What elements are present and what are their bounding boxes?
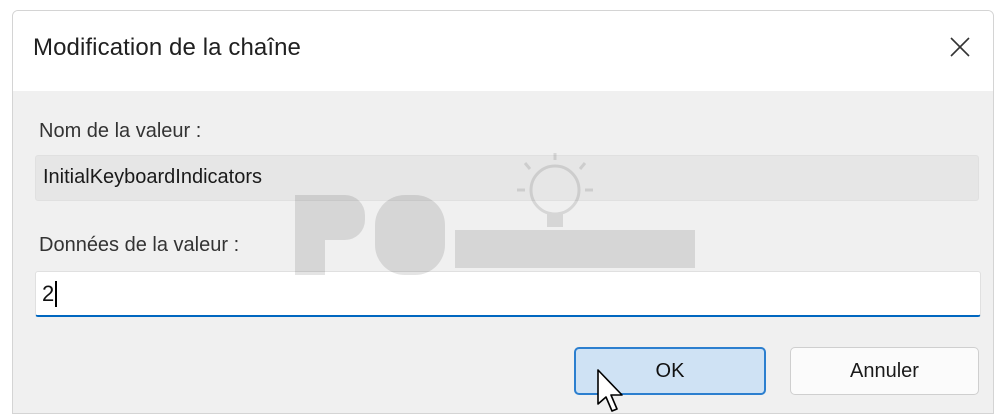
cancel-button[interactable]: Annuler bbox=[790, 347, 979, 395]
value-name-label: Nom de la valeur : bbox=[39, 120, 202, 142]
dialog-title: Modification de la chaîne bbox=[33, 34, 301, 61]
dialog-body: Nom de la valeur : InitialKeyboardIndica… bbox=[13, 91, 993, 413]
text-caret bbox=[55, 281, 57, 307]
edit-string-dialog: Modification de la chaîne Nom de la vale… bbox=[12, 10, 994, 414]
close-button[interactable] bbox=[937, 27, 983, 67]
value-data-label: Données de la valeur : bbox=[39, 234, 240, 256]
close-icon bbox=[950, 37, 970, 57]
value-data-input[interactable] bbox=[35, 271, 981, 317]
title-bar[interactable]: Modification de la chaîne bbox=[13, 11, 993, 91]
mouse-pointer-icon bbox=[597, 369, 623, 412]
value-name-field: InitialKeyboardIndicators bbox=[35, 155, 979, 201]
